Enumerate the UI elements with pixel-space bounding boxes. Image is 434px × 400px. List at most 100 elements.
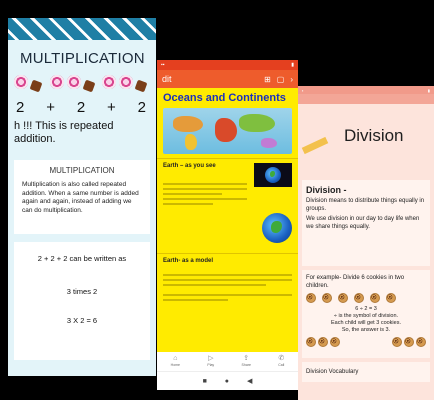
- daily-life-text: We use division in our day to day life w…: [306, 216, 420, 230]
- candy-group: [14, 75, 43, 93]
- cookie-icon: [338, 293, 348, 303]
- share-icon: ⇪: [243, 355, 250, 362]
- signal-icon: ▪: [302, 87, 304, 93]
- status-bar: ▪ ▮: [298, 86, 434, 94]
- nav-call[interactable]: ✆ Call: [278, 354, 284, 367]
- addition-sum: 2 + 2 + 2: [8, 91, 156, 116]
- text-line: [163, 198, 247, 200]
- nav-play[interactable]: ▷ Play: [207, 354, 214, 367]
- signal-icon: ▪▪: [161, 62, 165, 68]
- multiplication-title: MULTIPLICATION: [20, 50, 145, 67]
- chocolate-icon: [134, 79, 148, 93]
- text-line: [163, 193, 222, 195]
- multiplication-screen: MULTIPLICATION 2 + 2 + 2 h !!! This is r…: [8, 18, 156, 376]
- division-equation: 6 ÷ 2 = 3: [355, 306, 377, 312]
- bottom-navigation: ⌂ Home ▷ Play ⇪ Share ✆ Call: [157, 352, 298, 372]
- cookie-icon: [322, 293, 332, 303]
- continent-shape: [215, 118, 237, 142]
- app-bar: dit ⊞ ▢ ›: [157, 70, 298, 88]
- oceans-screen: ▪▪ ▮ dit ⊞ ▢ › Oceans and Continents Ear…: [157, 60, 298, 390]
- answer-text: So, the answer is 3.: [341, 327, 391, 333]
- home-icon: ⌂: [173, 355, 178, 362]
- cookie-row: [306, 334, 426, 350]
- lollipop-icon: [119, 75, 133, 89]
- phone-icon: ✆: [278, 355, 285, 362]
- sum-term: 2: [16, 99, 25, 116]
- grid-icon[interactable]: ⊞: [264, 75, 271, 84]
- cookie-icon: [416, 337, 426, 347]
- status-bar: ▪▪ ▮: [157, 60, 298, 70]
- app-label: dit: [162, 74, 172, 84]
- text-line: [163, 274, 292, 276]
- text-line: [163, 183, 247, 185]
- cookie-icon: [354, 293, 364, 303]
- sum-term: 2: [137, 99, 146, 116]
- repeated-addition-note: h !!! This is repeated addition.: [14, 120, 114, 145]
- definition-card: Division - Division means to distribute …: [302, 180, 430, 266]
- cookie-icon: [330, 337, 340, 347]
- candy-group: [102, 75, 148, 93]
- cookie-icon: [318, 337, 328, 347]
- battery-icon: ▮: [427, 87, 430, 93]
- example-title: For example- Divide 6 cookies in two chi…: [306, 275, 405, 289]
- decorative-pattern-header: [8, 18, 156, 40]
- nav-label: Home: [170, 363, 181, 367]
- page-title: Oceans and Continents: [163, 92, 286, 104]
- sum-operator: +: [46, 99, 55, 116]
- lollipop-icon: [66, 75, 81, 89]
- nav-label: Play: [207, 363, 215, 367]
- cookie-icon: [306, 337, 316, 347]
- card-text: Multiplication is also called repeated a…: [22, 181, 139, 214]
- lollipop-icon: [102, 75, 116, 89]
- text-line: [163, 279, 292, 281]
- cookie-icon: [404, 337, 414, 347]
- symbol-note: ÷ is the symbol of division.: [333, 313, 399, 319]
- cookie-icon: [306, 293, 316, 303]
- text-line: [163, 188, 247, 190]
- sum-operator: +: [107, 99, 116, 116]
- card-heading: MULTIPLICATION: [49, 166, 115, 175]
- earth-photo: [254, 163, 292, 187]
- nav-home[interactable]: ⌂ Home: [171, 354, 180, 367]
- result-note: Each child will get 3 cookies.: [330, 320, 401, 326]
- app-bar: [298, 94, 434, 104]
- window-icon[interactable]: ▢: [277, 75, 285, 84]
- text-line: [163, 203, 214, 205]
- cookie-icon: [392, 337, 402, 347]
- definition-title: Division -: [306, 185, 347, 195]
- candy-illustration-row: [8, 71, 156, 93]
- home-circle-icon[interactable]: ●: [225, 378, 229, 385]
- pencil-icon: [302, 132, 332, 158]
- division-screen: ▪ ▮ Division Division - Division means t…: [298, 86, 434, 400]
- text-line: [163, 299, 228, 301]
- text-line: [163, 284, 267, 286]
- sum-term: 2: [76, 99, 86, 116]
- earth-as-a-model-section: Earth- as a model: [157, 253, 298, 342]
- nav-share[interactable]: ⇪ Share: [242, 354, 251, 367]
- chocolate-icon: [29, 79, 43, 93]
- battery-icon: ▮: [291, 62, 294, 68]
- continent-shape: [261, 138, 277, 148]
- text-line: [163, 294, 292, 296]
- vocabulary-title: Division Vocabulary: [306, 369, 359, 375]
- page-title: Division: [344, 126, 404, 145]
- play-icon: ▷: [208, 355, 214, 362]
- earth-as-you-see-section: Earth – as you see: [157, 158, 298, 249]
- division-header: Division: [298, 104, 434, 176]
- cookie-icon: [386, 293, 396, 303]
- definition-card: MULTIPLICATION Multiplication is also ca…: [14, 160, 150, 234]
- globe-icon: [265, 167, 281, 183]
- example-card: 2 + 2 + 2 can be written as 3 times 2 3 …: [14, 242, 150, 360]
- nav-label: Share: [241, 363, 251, 367]
- cookie-icon: [370, 293, 380, 303]
- example-line: 2 + 2 + 2 can be written as: [37, 254, 127, 263]
- continent-shape: [185, 134, 197, 150]
- back-icon[interactable]: ◀: [247, 377, 252, 385]
- lollipop-icon: [14, 75, 28, 89]
- chevron-right-icon[interactable]: ›: [290, 75, 293, 84]
- candy-group: [49, 75, 95, 93]
- continent-shape: [239, 114, 275, 132]
- cookie-row: [306, 290, 426, 306]
- chocolate-icon: [82, 79, 95, 93]
- recents-icon[interactable]: ■: [203, 378, 207, 385]
